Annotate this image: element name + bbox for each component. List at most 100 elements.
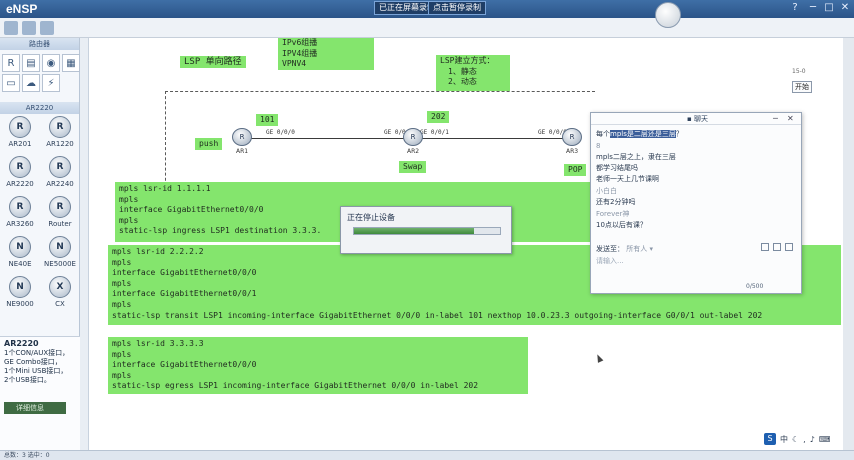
config-line: mpls <box>112 349 132 359</box>
config-line: mpls <box>119 194 139 204</box>
router-icon[interactable]: R <box>2 54 20 72</box>
progress-title: 正在停止设备 <box>347 213 395 222</box>
pause-recording-button[interactable]: 点击暂停录制 <box>428 1 486 15</box>
note-line: IPv6组播 <box>282 38 318 47</box>
chat-username: Forever神 <box>596 210 630 218</box>
send-to-select[interactable]: 所有人 ▾ <box>626 245 653 253</box>
chat-header: ▪ 聊天 ─ ✕ <box>591 113 801 125</box>
maximize-button[interactable]: □ <box>822 2 836 15</box>
device-ar1220[interactable]: R AR1220 <box>40 116 80 154</box>
category-grid: R ▤ ◉ ▦ ▭ ☁ ⚡ <box>0 50 80 96</box>
config-line: mpls <box>112 299 132 309</box>
ime-icon[interactable]: S <box>764 433 776 445</box>
help-button[interactable]: ? <box>788 2 802 15</box>
device-label: AR1220 <box>46 140 74 148</box>
ar1-interface-label: GE 0/0/0 <box>266 129 295 136</box>
link-ar1-ar2[interactable] <box>244 138 414 139</box>
lsp-path-title: LSP 单向路径 <box>180 56 246 68</box>
open-icon[interactable] <box>22 21 36 35</box>
lsp-setup-note: LSP建立方式： 1、静态 2、动态 <box>436 55 510 91</box>
router-ar3-icon[interactable]: R <box>562 128 582 146</box>
details-button[interactable]: 详细信息 <box>4 402 66 414</box>
firewall-icon[interactable]: ▦ <box>62 54 80 72</box>
power-icon[interactable]: ⚡ <box>42 74 60 92</box>
config-line: mpls <box>112 370 132 380</box>
image-icon[interactable] <box>773 243 781 251</box>
link-ar2-ar3[interactable] <box>418 138 570 139</box>
msg-tail: ？ <box>675 130 683 138</box>
note-line: LSP建立方式： <box>440 56 495 65</box>
chat-panel: ▪ 聊天 ─ ✕ 每个mpls是二层还是三层？ 8 mpls二层之上，隶在三层 … <box>590 112 802 294</box>
side-note: 15-0 <box>792 68 806 75</box>
router-ar1-icon[interactable]: R <box>232 128 252 146</box>
vertical-scrollbar[interactable] <box>843 38 854 450</box>
multicast-note: IPv6组播 IPV4组播 VPNV4 <box>278 38 374 70</box>
minimize-button[interactable]: ─ <box>806 2 820 15</box>
device-list: R AR201 R AR1220 R AR2220 R AR2240 R AR3260 R… <box>0 114 79 316</box>
router-icon: N <box>9 236 31 258</box>
push-label: push <box>195 138 223 150</box>
save-icon[interactable] <box>40 21 54 35</box>
device-cx[interactable]: X CX <box>40 276 80 314</box>
emoji-icon[interactable] <box>761 243 769 251</box>
keyboard-icon[interactable]: ⌨ <box>819 435 831 444</box>
chat-input[interactable]: 请输入... <box>596 256 786 270</box>
note-line: 1、静态 <box>448 66 477 76</box>
router-icon: R <box>9 116 31 138</box>
config-line: mpls lsr-id 1.1.1.1 <box>119 184 211 193</box>
wlan-icon[interactable]: ◉ <box>42 54 60 72</box>
progress-dialog: 正在停止设备 <box>340 206 512 254</box>
info-line: GE Combo接口， <box>4 358 62 366</box>
label-101: 101 <box>256 114 279 126</box>
config-line: mpls lsr-id 3.3.3.3 <box>112 339 204 348</box>
user-avatar[interactable] <box>655 2 681 28</box>
router-icon: R <box>9 196 31 218</box>
info-line: 1个Mini USB接口， <box>4 367 68 375</box>
device-label: AR2240 <box>46 180 74 188</box>
moon-icon[interactable]: ☾ <box>792 435 799 444</box>
switch-icon[interactable]: ▤ <box>22 54 40 72</box>
router-icon: R <box>9 156 31 178</box>
device-router[interactable]: R Router <box>40 196 80 234</box>
new-topology-icon[interactable] <box>4 21 18 35</box>
lang-icon[interactable]: 中 <box>780 434 788 445</box>
router-icon: R <box>49 156 71 178</box>
device-ne9000[interactable]: N NE9000 <box>0 276 40 314</box>
input-tray: S 中 ☾ , ♪ ⌨ <box>764 432 848 446</box>
note-line: IPV4组播 <box>282 48 318 58</box>
device-ne5000e[interactable]: N NE5000E <box>40 236 80 274</box>
panel-header: 路由器 <box>0 38 79 50</box>
char-count: 0/500 <box>746 283 764 290</box>
status-bar: 总数：3 选中：0 <box>0 450 854 460</box>
config-line: static-lsp egress LSP1 incoming-interfac… <box>112 381 479 391</box>
device-ar2220[interactable]: R AR2220 <box>0 156 40 194</box>
chat-close-icon[interactable]: ✕ <box>787 113 794 125</box>
router-ar2-label: AR2 <box>407 148 420 155</box>
device-ne40e[interactable]: N NE40E <box>0 236 40 274</box>
router-icon: R <box>49 196 71 218</box>
device-info: AR2220 1个CON/AUX接口， GE Combo接口， 1个Mini U… <box>0 336 80 456</box>
msg-highlight: mpls是二层还是三层 <box>610 130 676 138</box>
router-icon: R <box>49 116 71 138</box>
toolbar <box>0 18 854 38</box>
chat-message: mpls二层之上，隶在三层 <box>596 153 676 161</box>
more-icon[interactable] <box>785 243 793 251</box>
config-line: interface GigabitEthernet0/0/0 <box>112 360 257 370</box>
start-button[interactable]: 开始 <box>792 81 812 93</box>
cloud-icon[interactable]: ☁ <box>22 74 40 92</box>
title-bar: eNSP 已正在屏幕录制 点击暂停录制 ? ─ □ ✕ <box>0 0 854 18</box>
config-ar3: mpls lsr-id 3.3.3.3 mpls interface Gigab… <box>108 337 528 394</box>
device-ar3260[interactable]: R AR3260 <box>0 196 40 234</box>
device-ar201[interactable]: R AR201 <box>0 116 40 154</box>
app-title: eNSP <box>6 2 38 16</box>
close-button[interactable]: ✕ <box>838 2 852 15</box>
punct-icon[interactable]: , <box>803 435 806 444</box>
send-to-label: 发送至： <box>596 245 624 253</box>
router-ar2-icon[interactable]: R <box>403 128 423 146</box>
info-title: AR2220 <box>4 339 39 348</box>
mic-icon[interactable]: ♪ <box>810 435 815 444</box>
swap-label: Swap <box>399 161 427 173</box>
pc-icon[interactable]: ▭ <box>2 74 20 92</box>
chat-minimize-icon[interactable]: ─ <box>773 113 778 125</box>
device-ar2240[interactable]: R AR2240 <box>40 156 80 194</box>
